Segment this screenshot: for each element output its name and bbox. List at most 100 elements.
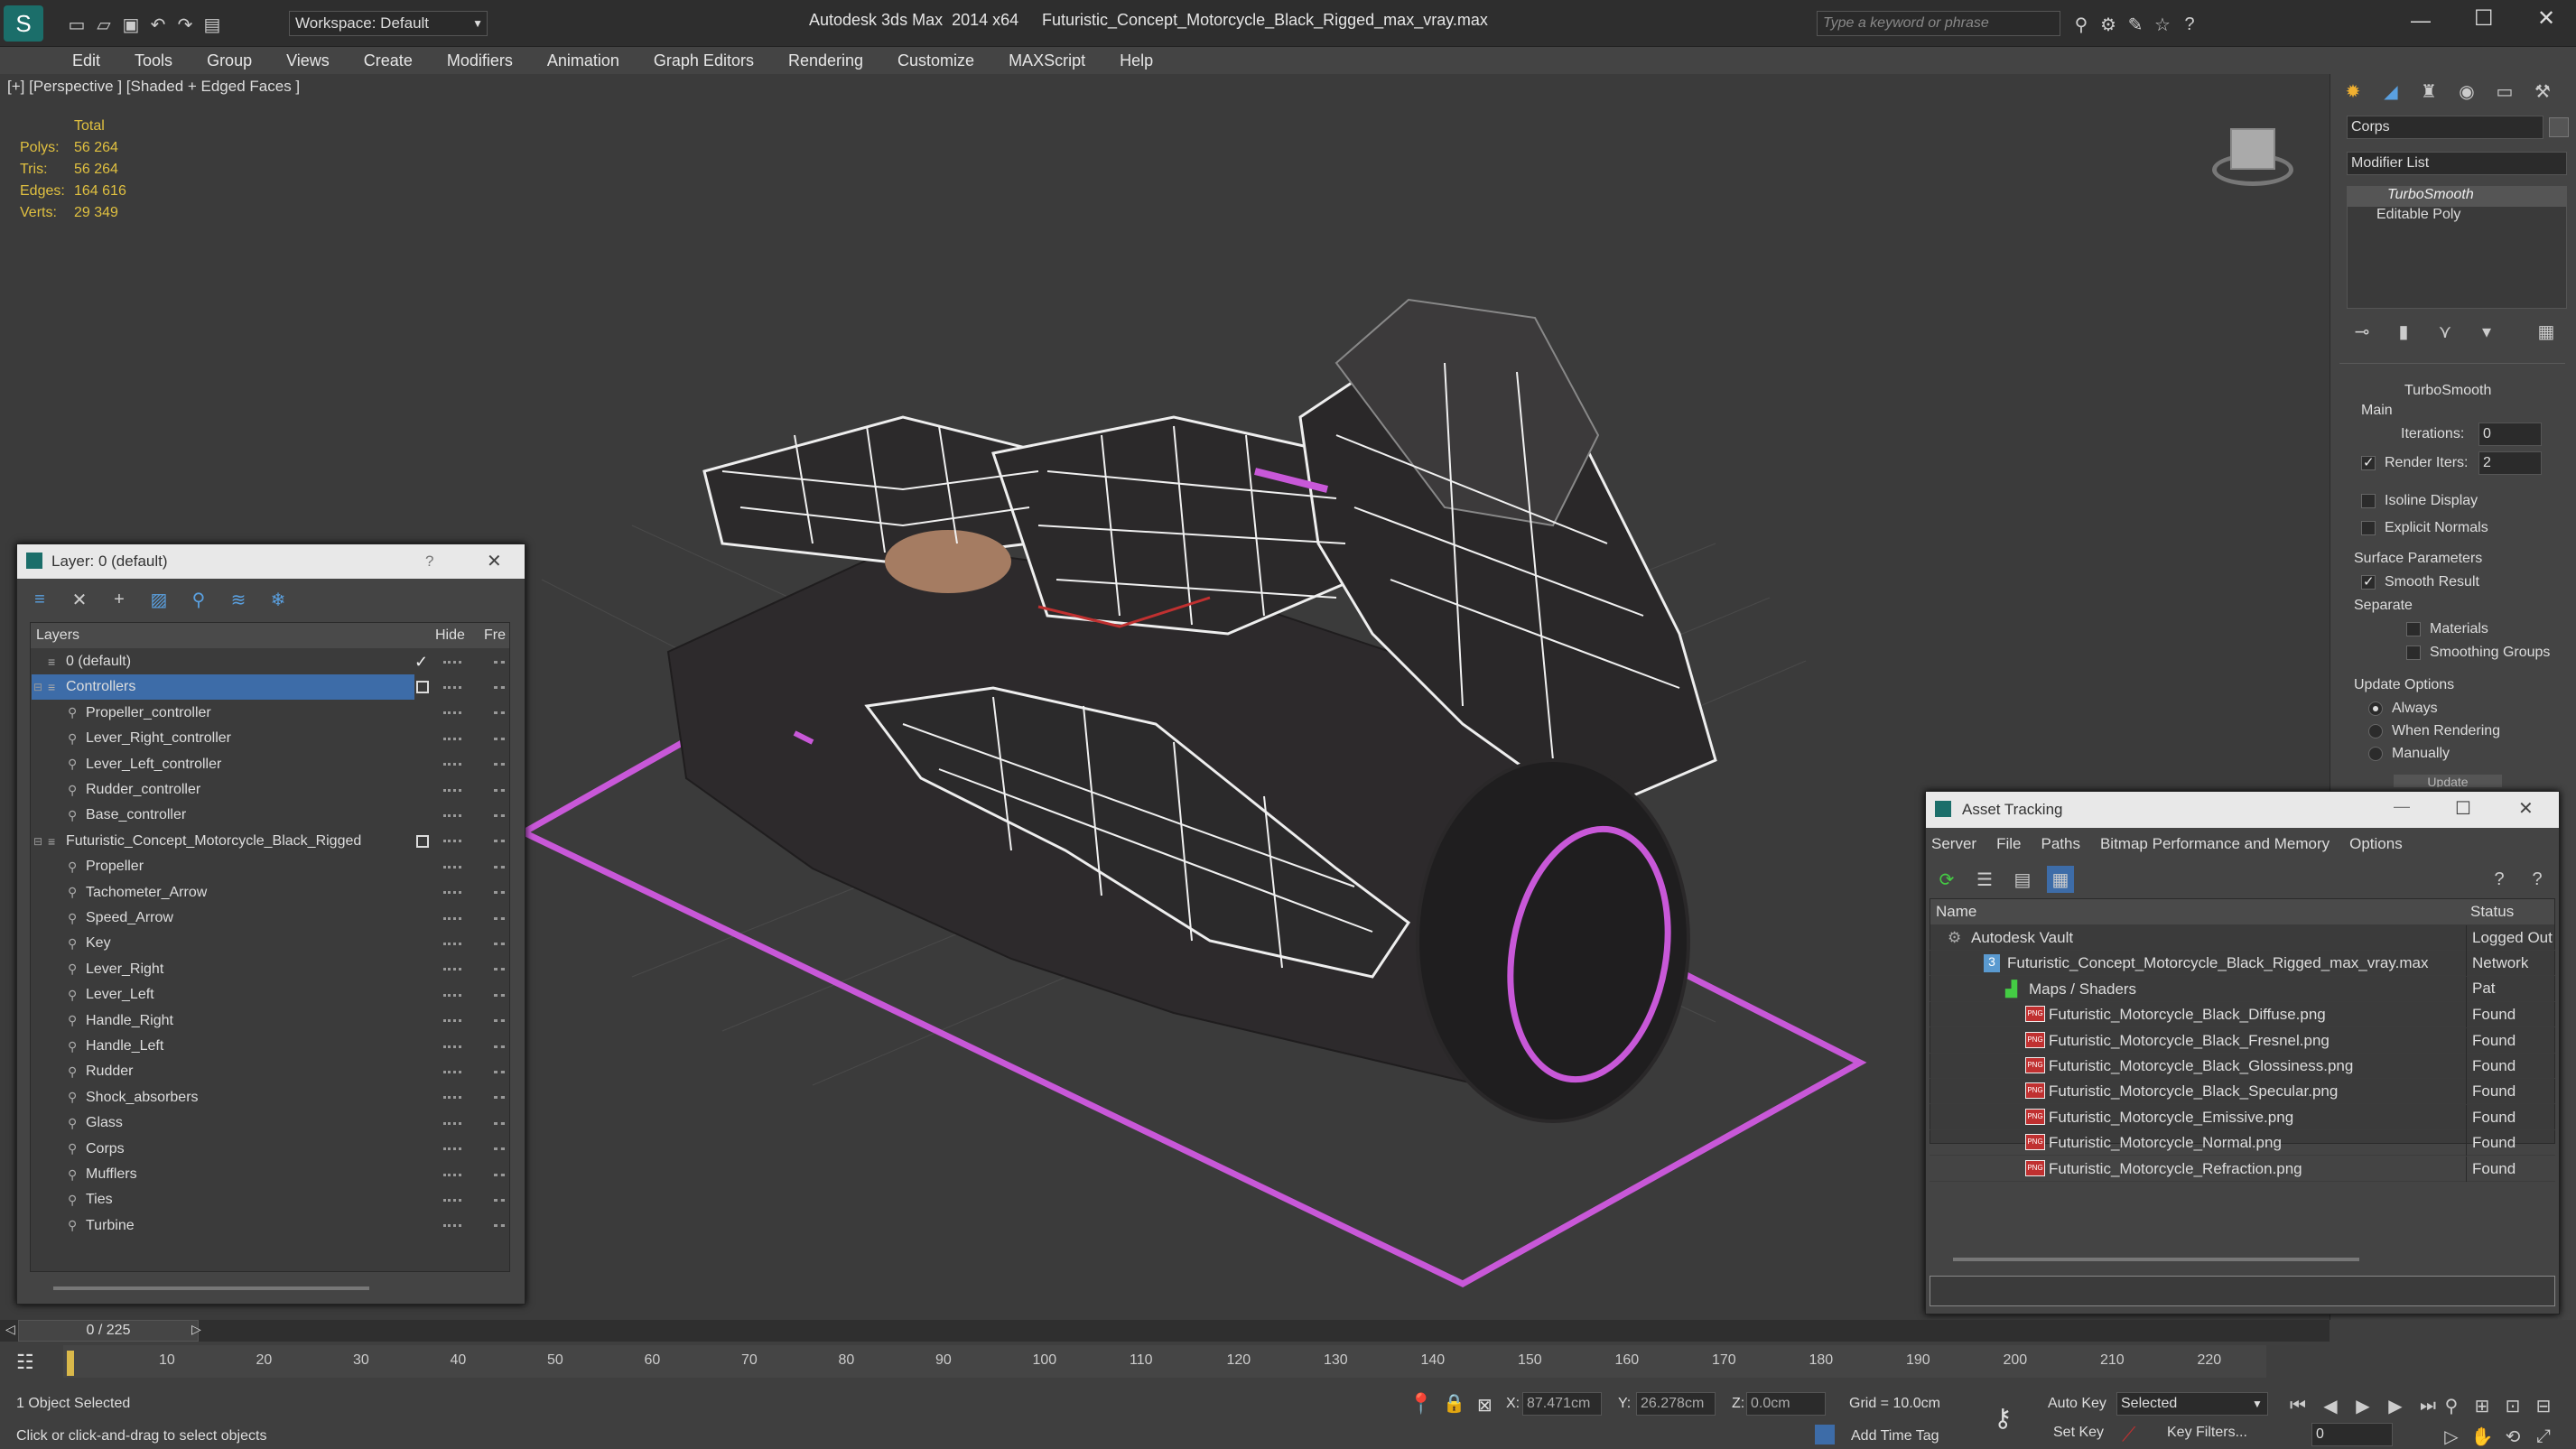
close-icon[interactable]: ✕ [2518,797,2534,820]
new-file-icon[interactable]: ▭ [63,11,90,38]
layer-row[interactable]: ⚲ Tachometer_Arrow [32,880,510,906]
freeze-toggle[interactable] [494,1096,505,1100]
layer-row[interactable]: ≡ 0 (default) ✓ [32,649,510,674]
create-tab-icon[interactable]: ✹ [2339,78,2367,105]
layer-row[interactable]: ⚲ Lever_Left [32,982,510,1008]
hide-toggle[interactable] [443,1224,461,1228]
search-input[interactable]: Type a keyword or phrase [1817,11,2060,36]
viewport-label[interactable]: [+] [Perspective ] [Shaded + Edged Faces… [7,78,300,96]
key-set-dropdown[interactable]: Selected [2116,1392,2268,1416]
select-objects-icon[interactable]: ▨ [145,586,172,613]
redo-icon[interactable]: ↷ [172,11,199,38]
app-logo-icon[interactable]: S [4,5,43,42]
orbit-icon[interactable]: ⟲ [2499,1423,2526,1449]
hide-toggle[interactable] [443,813,461,817]
layer-row[interactable]: ⚲ Shock_absorbers [32,1085,510,1110]
stack-item-turbosmooth[interactable]: TurboSmooth [2348,187,2566,207]
delete-layer-icon[interactable]: ✕ [66,586,93,613]
open-file-icon[interactable]: ▱ [90,11,117,38]
layer-row[interactable]: ⚲ Corps [32,1137,510,1162]
time-slider-prev[interactable]: ◁ [5,1322,15,1337]
go-to-start-icon[interactable]: ⏮ [2284,1392,2311,1419]
render-iters-spinner[interactable]: 2 [2478,451,2542,475]
hide-toggle[interactable] [443,865,461,868]
zoom-extents-icon[interactable]: ⊡ [2499,1392,2526,1419]
refresh-icon[interactable]: ⟳ [1933,866,1960,893]
layer-row[interactable]: ⚲ Speed_Arrow [32,906,510,931]
menu-maxscript[interactable]: MAXScript [1009,51,1085,70]
hide-toggle[interactable] [443,916,461,920]
asset-row[interactable]: 3 Futuristic_Concept_Motorcycle_Black_Rig… [1930,951,2555,997]
render-iters-checkbox[interactable] [2361,454,2376,470]
asset-hscrollbar[interactable] [1953,1258,2359,1261]
modify-tab-icon[interactable]: ◢ [2377,78,2404,105]
vault-help-icon[interactable]: ? [2486,866,2513,893]
display-tab-icon[interactable]: ▭ [2491,78,2518,105]
absolute-mode-icon[interactable]: ⊠ [1477,1394,1493,1416]
menu-graph-editors[interactable]: Graph Editors [654,51,754,70]
object-name-field[interactable]: Corps [2347,116,2543,139]
freeze-toggle[interactable] [494,685,505,689]
asset-row[interactable]: ▟ Maps / Shaders [1930,976,2555,1002]
expand-toggle-icon[interactable]: ⊟ [33,835,42,848]
hide-toggle[interactable] [443,788,461,792]
update-manually-row[interactable]: Manually [2368,746,2450,762]
viewcube-icon[interactable] [2203,117,2302,199]
update-when-rendering-row[interactable]: When Rendering [2368,723,2500,739]
manually-radio[interactable] [2368,746,2383,761]
materials-checkbox[interactable] [2406,621,2421,636]
render-iters-row[interactable]: Render Iters: [2361,454,2468,471]
freeze-toggle[interactable] [494,1019,505,1023]
freeze-toggle[interactable] [494,968,505,971]
freeze-toggle[interactable] [494,993,505,997]
tree-view-icon[interactable]: ▤ [2009,866,2036,893]
save-icon[interactable]: ▣ [117,11,144,38]
menu-rendering[interactable]: Rendering [788,51,863,70]
freeze-toggle[interactable] [494,737,505,740]
asset-row[interactable]: PNG Futuristic_Motorcycle_Emissive.png Fou… [1930,1104,2555,1130]
hide-toggle[interactable] [443,1019,461,1023]
menu-tools[interactable]: Tools [135,51,172,70]
time-slider[interactable]: ◁ 0 / 225 ▷ [0,1320,2330,1342]
freeze-toggle[interactable] [494,840,505,843]
when-rendering-radio[interactable] [2368,723,2383,738]
freeze-toggle[interactable] [494,1198,505,1202]
layer-row[interactable]: ⚲ Handle_Left [32,1034,510,1059]
utilities-tab-icon[interactable]: ⚒ [2529,78,2556,105]
asset-window-titlebar[interactable]: Asset Tracking — ☐ ✕ [1926,792,2559,828]
freeze-toggle[interactable] [494,813,505,817]
freeze-toggle[interactable] [494,660,505,664]
field-of-view-icon[interactable]: ▷ [2438,1423,2465,1449]
hide-toggle[interactable] [443,660,461,664]
freeze-toggle[interactable] [494,916,505,920]
close-button[interactable]: ✕ [2537,5,2555,32]
maximize-viewport-icon[interactable]: ⤢ [2530,1423,2557,1449]
isoline-checkbox[interactable] [2361,493,2376,508]
freeze-toggle[interactable] [494,788,505,792]
set-key-icon[interactable]: ⟋ [2122,1423,2135,1446]
asset-menu-file[interactable]: File [1996,835,2021,853]
current-frame-field[interactable]: 0 [2311,1423,2393,1446]
menu-modifiers[interactable]: Modifiers [447,51,513,70]
table-view-icon[interactable]: ▦ [2047,866,2074,893]
add-to-layer-icon[interactable]: + [106,586,133,613]
asset-row[interactable]: ⚙ Autodesk Vault Logged Out [1930,925,2555,951]
show-end-result-icon[interactable]: ▮ [2390,318,2417,345]
layer-row[interactable]: ⊟ ≡ Controllers [32,674,505,701]
hide-toggle[interactable] [443,1070,461,1073]
hide-all-icon[interactable]: ≋ [225,586,252,613]
layer-row[interactable]: ⚲ Turbine [32,1213,510,1239]
freeze-toggle[interactable] [494,1121,505,1125]
menu-views[interactable]: Views [286,51,330,70]
hide-toggle[interactable] [443,711,461,715]
col-freeze[interactable]: Fre [484,627,506,644]
layer-row[interactable]: ⚲ Key [32,931,510,956]
subscription-icon[interactable]: ⚙ [2095,11,2122,38]
menu-create[interactable]: Create [364,51,413,70]
hide-toggle[interactable] [443,1121,461,1125]
asset-menu-server[interactable]: Server [1931,835,1976,853]
hide-toggle[interactable] [443,1045,461,1048]
layer-row[interactable]: ⚲ Propeller [32,854,510,879]
menu-help[interactable]: Help [1120,51,1153,70]
layer-row[interactable]: ⚲ Lever_Right [32,957,510,982]
